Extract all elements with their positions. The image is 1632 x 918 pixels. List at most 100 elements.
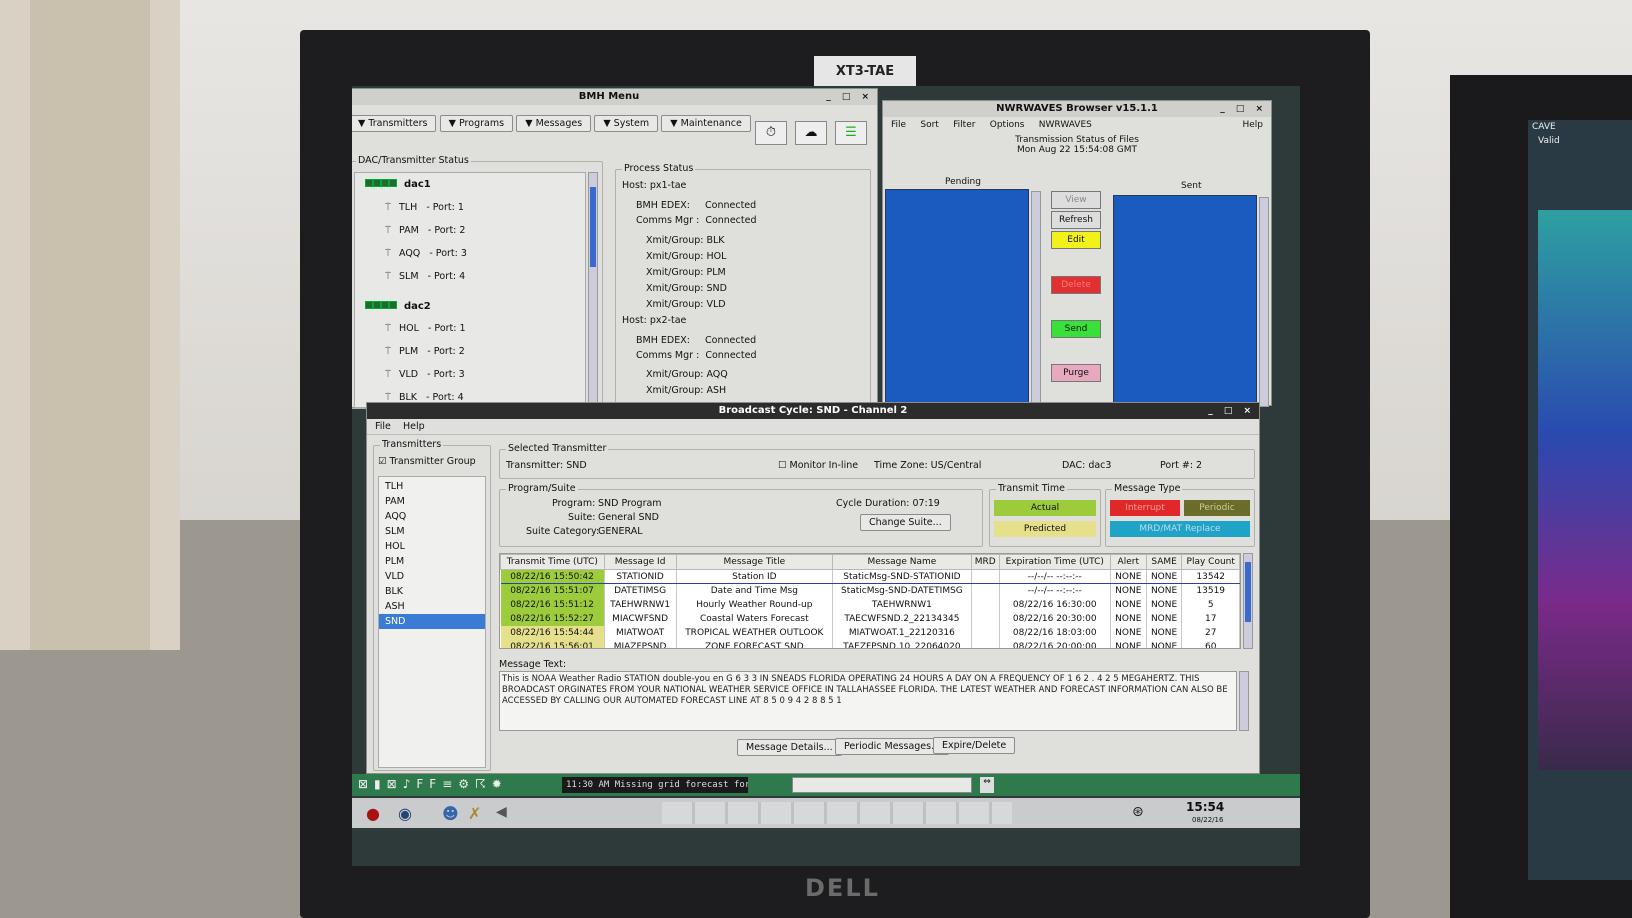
- table-row[interactable]: 08/22/16 15:54:44 MIATWOAT TROPICAL WEATHE…: [500, 625, 1240, 640]
- menu-transmitters[interactable]: ▼ Transmitters: [352, 115, 437, 132]
- column-header[interactable]: Play Count: [1181, 554, 1240, 570]
- menu-options[interactable]: Options: [990, 120, 1025, 130]
- globe-icon[interactable]: ◉: [398, 804, 412, 823]
- expire-delete-button[interactable]: Expire/Delete: [933, 737, 1016, 754]
- send-button[interactable]: Send: [1051, 320, 1101, 338]
- menu-help[interactable]: Help: [1242, 117, 1263, 133]
- tx-row[interactable]: ⍡ PAM - Port: 2: [385, 225, 465, 236]
- monitor-inline-checkbox[interactable]: ☐ Monitor In-line: [778, 460, 858, 471]
- tx-row[interactable]: ⍡ SLM - Port: 4: [385, 271, 465, 282]
- workspace-switcher[interactable]: [662, 802, 1012, 824]
- dac1-node[interactable]: dac1: [365, 179, 431, 190]
- network-icon[interactable]: ⊛: [1132, 804, 1144, 820]
- tx-row[interactable]: ⍡ AQQ - Port: 3: [385, 248, 467, 259]
- column-header[interactable]: SAME: [1145, 554, 1183, 570]
- list-item[interactable]: AQQ: [379, 509, 485, 524]
- tools-icon[interactable]: ✗: [468, 804, 481, 823]
- menu-file[interactable]: File: [891, 120, 906, 130]
- table-row[interactable]: 08/22/16 15:50:42 STATIONID Station ID Stat…: [500, 569, 1240, 584]
- process-status-title: Process Status: [622, 163, 696, 174]
- list-item[interactable]: HOL: [379, 539, 485, 554]
- table-cell: 60: [1181, 639, 1240, 648]
- weather-cloud-icon[interactable]: ☁: [795, 121, 827, 145]
- list-item[interactable]: BLK: [379, 584, 485, 599]
- nwr-titlebar[interactable]: NWRWAVES Browser v15.1.1 _ □ ×: [883, 101, 1271, 117]
- command-input[interactable]: [792, 777, 972, 793]
- list-item[interactable]: ASH: [379, 599, 485, 614]
- column-header[interactable]: Expiration Time (UTC): [998, 554, 1111, 570]
- status-list-icon[interactable]: ☰: [835, 121, 867, 145]
- window-controls[interactable]: _ □ ×: [1208, 403, 1255, 419]
- message-scrollbar[interactable]: [1239, 671, 1249, 731]
- table-cell: NONE: [1110, 569, 1147, 584]
- arrow-icon[interactable]: ⇔: [980, 777, 994, 793]
- bc-titlebar[interactable]: Broadcast Cycle: SND - Channel 2 _ □ ×: [367, 403, 1259, 419]
- people-icon[interactable]: ☻: [442, 804, 459, 823]
- change-suite-button[interactable]: Change Suite...: [860, 514, 951, 531]
- column-header[interactable]: Message Name: [832, 554, 972, 570]
- menu-nwrwaves[interactable]: NWRWAVES: [1039, 120, 1092, 130]
- list-item[interactable]: PAM: [379, 494, 485, 509]
- speaker-icon[interactable]: ◀: [496, 804, 507, 820]
- clock-time: 15:54: [1186, 800, 1225, 814]
- alert-ticker[interactable]: 11:30 AM Missing grid forecast for K: [562, 777, 748, 793]
- table-cell: [971, 611, 1000, 626]
- menu-maintenance[interactable]: ▼ Maintenance: [661, 115, 751, 132]
- sent-list[interactable]: [1113, 195, 1257, 407]
- tx-row[interactable]: ⍡ VLD - Port: 3: [385, 369, 465, 380]
- list-item[interactable]: SLM: [379, 524, 485, 539]
- table-cell: NONE: [1146, 569, 1183, 584]
- bmh-titlebar[interactable]: BMH Menu _ □ ×: [352, 89, 877, 105]
- column-header[interactable]: Transmit Time (UTC): [500, 554, 605, 570]
- menu-programs[interactable]: ▼ Programs: [439, 115, 514, 132]
- nwr-title: NWRWAVES Browser v15.1.1: [996, 103, 1158, 114]
- menu-system[interactable]: ▼ System: [594, 115, 659, 132]
- menu-filter[interactable]: Filter: [953, 120, 975, 130]
- table-cell: MIATWOAT: [604, 625, 677, 640]
- suite-label: Suite:: [568, 512, 596, 523]
- antenna-icon: ⍡: [385, 271, 391, 282]
- xmit-group: Xmit/Group: PLM: [646, 267, 726, 278]
- message-details-button[interactable]: Message Details...: [737, 739, 842, 756]
- view-button[interactable]: View: [1051, 191, 1101, 209]
- dac-scrollbar[interactable]: [588, 172, 598, 408]
- window-controls[interactable]: _ □ ×: [1220, 101, 1267, 117]
- redhat-icon[interactable]: ●: [366, 804, 380, 823]
- tx-row[interactable]: ⍡ HOL - Port: 1: [385, 323, 466, 334]
- table-row[interactable]: 08/22/16 15:51:07 DATETIMSG Date and Time …: [500, 583, 1240, 598]
- toolbar-icons[interactable]: ⊠▮⊠♪FF≡⚙☈✹: [358, 777, 508, 791]
- table-scrollbar[interactable]: [1243, 553, 1253, 649]
- refresh-button[interactable]: Refresh: [1051, 211, 1101, 229]
- table-row[interactable]: 08/22/16 15:51:12 TAEHWRNW1 Hourly Weather…: [500, 597, 1240, 612]
- menu-messages[interactable]: ▼ Messages: [516, 115, 592, 132]
- transmitter-group-checkbox[interactable]: ☑ Transmitter Group: [378, 456, 476, 467]
- column-header[interactable]: Message Id: [603, 554, 677, 570]
- clock-icon[interactable]: ⏱: [755, 121, 787, 145]
- purge-button[interactable]: Purge: [1051, 364, 1101, 382]
- table-row[interactable]: 08/22/16 15:56:01 MIAZFPSND ZONE FORECAST …: [500, 639, 1240, 648]
- pending-scrollbar[interactable]: [1031, 191, 1041, 407]
- menu-file[interactable]: File: [375, 421, 391, 432]
- list-item[interactable]: PLM: [379, 554, 485, 569]
- list-item-selected[interactable]: SND: [379, 614, 485, 629]
- menu-sort[interactable]: Sort: [920, 120, 938, 130]
- tx-row[interactable]: ⍡ TLH - Port: 1: [385, 202, 464, 213]
- xmit-group: Xmit/Group: VLD: [646, 299, 726, 310]
- window-controls[interactable]: _ □ ×: [826, 89, 873, 105]
- tx-row[interactable]: ⍡ PLM - Port: 2: [385, 346, 465, 357]
- dac2-node[interactable]: dac2: [365, 301, 431, 312]
- table-cell: NONE: [1110, 639, 1147, 648]
- menu-help[interactable]: Help: [403, 421, 425, 432]
- list-item[interactable]: TLH: [379, 479, 485, 494]
- sent-scrollbar[interactable]: [1259, 197, 1269, 407]
- column-header[interactable]: Alert: [1109, 554, 1147, 570]
- table-row[interactable]: 08/22/16 15:52:27 MIACWFSND Coastal Waters…: [500, 611, 1240, 626]
- list-item[interactable]: VLD: [379, 569, 485, 584]
- edit-button[interactable]: Edit: [1051, 231, 1101, 249]
- column-header[interactable]: MRD: [970, 554, 1000, 570]
- delete-button[interactable]: Delete: [1051, 276, 1101, 294]
- column-header[interactable]: Message Title: [675, 554, 834, 570]
- pending-list[interactable]: [885, 189, 1029, 407]
- message-text-area[interactable]: This is NOAA Weather Radio STATION doubl…: [499, 671, 1237, 731]
- transmitters-title: Transmitters: [380, 439, 444, 450]
